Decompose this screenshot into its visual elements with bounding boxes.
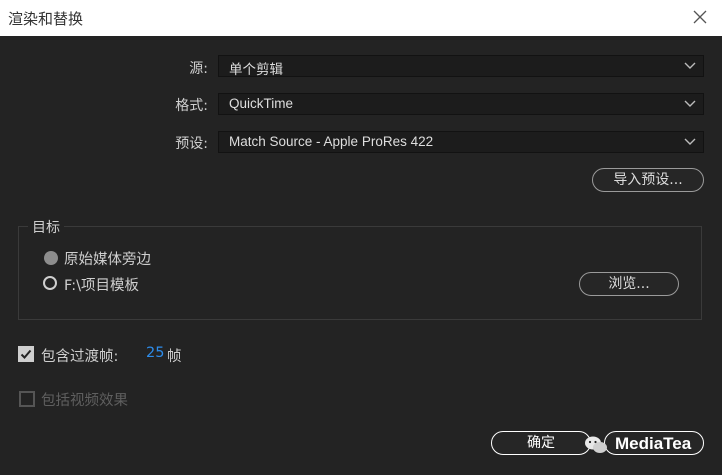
window-title: 渲染和替换 [8, 10, 84, 28]
target-group-title: 目标 [28, 217, 64, 237]
watermark-text: MediaTea [615, 434, 692, 453]
chevron-down-icon [684, 100, 696, 107]
format-select[interactable]: QuickTime [218, 93, 704, 115]
preset-select[interactable]: Match Source - Apple ProRes 422 [218, 131, 704, 153]
ok-button[interactable]: 确定 [491, 431, 591, 455]
source-select[interactable]: 单个剪辑 [218, 55, 704, 77]
radio-original-media-label[interactable]: 原始媒体旁边 [64, 248, 151, 269]
radio-custom-path[interactable] [43, 276, 57, 290]
radio-custom-path-label[interactable]: F:\项目模板 [64, 274, 139, 295]
browse-button[interactable]: 浏览... [579, 272, 679, 296]
chevron-down-icon [684, 138, 696, 145]
include-handles-label[interactable]: 包含过渡帧: [41, 345, 118, 366]
preset-value: Match Source - Apple ProRes 422 [229, 134, 434, 149]
include-effects-checkbox[interactable] [19, 391, 35, 407]
source-value: 单个剪辑 [229, 62, 283, 77]
source-label: 源: [189, 61, 208, 77]
format-label: 格式: [175, 98, 208, 114]
handles-unit: 帧 [167, 349, 182, 365]
radio-original-media[interactable] [44, 251, 58, 265]
chevron-down-icon [684, 62, 696, 69]
handles-value[interactable]: 25 [146, 345, 164, 361]
import-preset-button[interactable]: 导入预设... [592, 168, 704, 192]
close-icon[interactable] [692, 9, 708, 25]
wechat-icon [585, 436, 607, 453]
preset-label: 预设: [175, 136, 208, 152]
title-bar: 渲染和替换 [0, 0, 722, 36]
include-effects-label: 包括视频效果 [41, 393, 128, 409]
format-value: QuickTime [229, 96, 294, 111]
include-handles-checkbox[interactable] [18, 346, 34, 362]
